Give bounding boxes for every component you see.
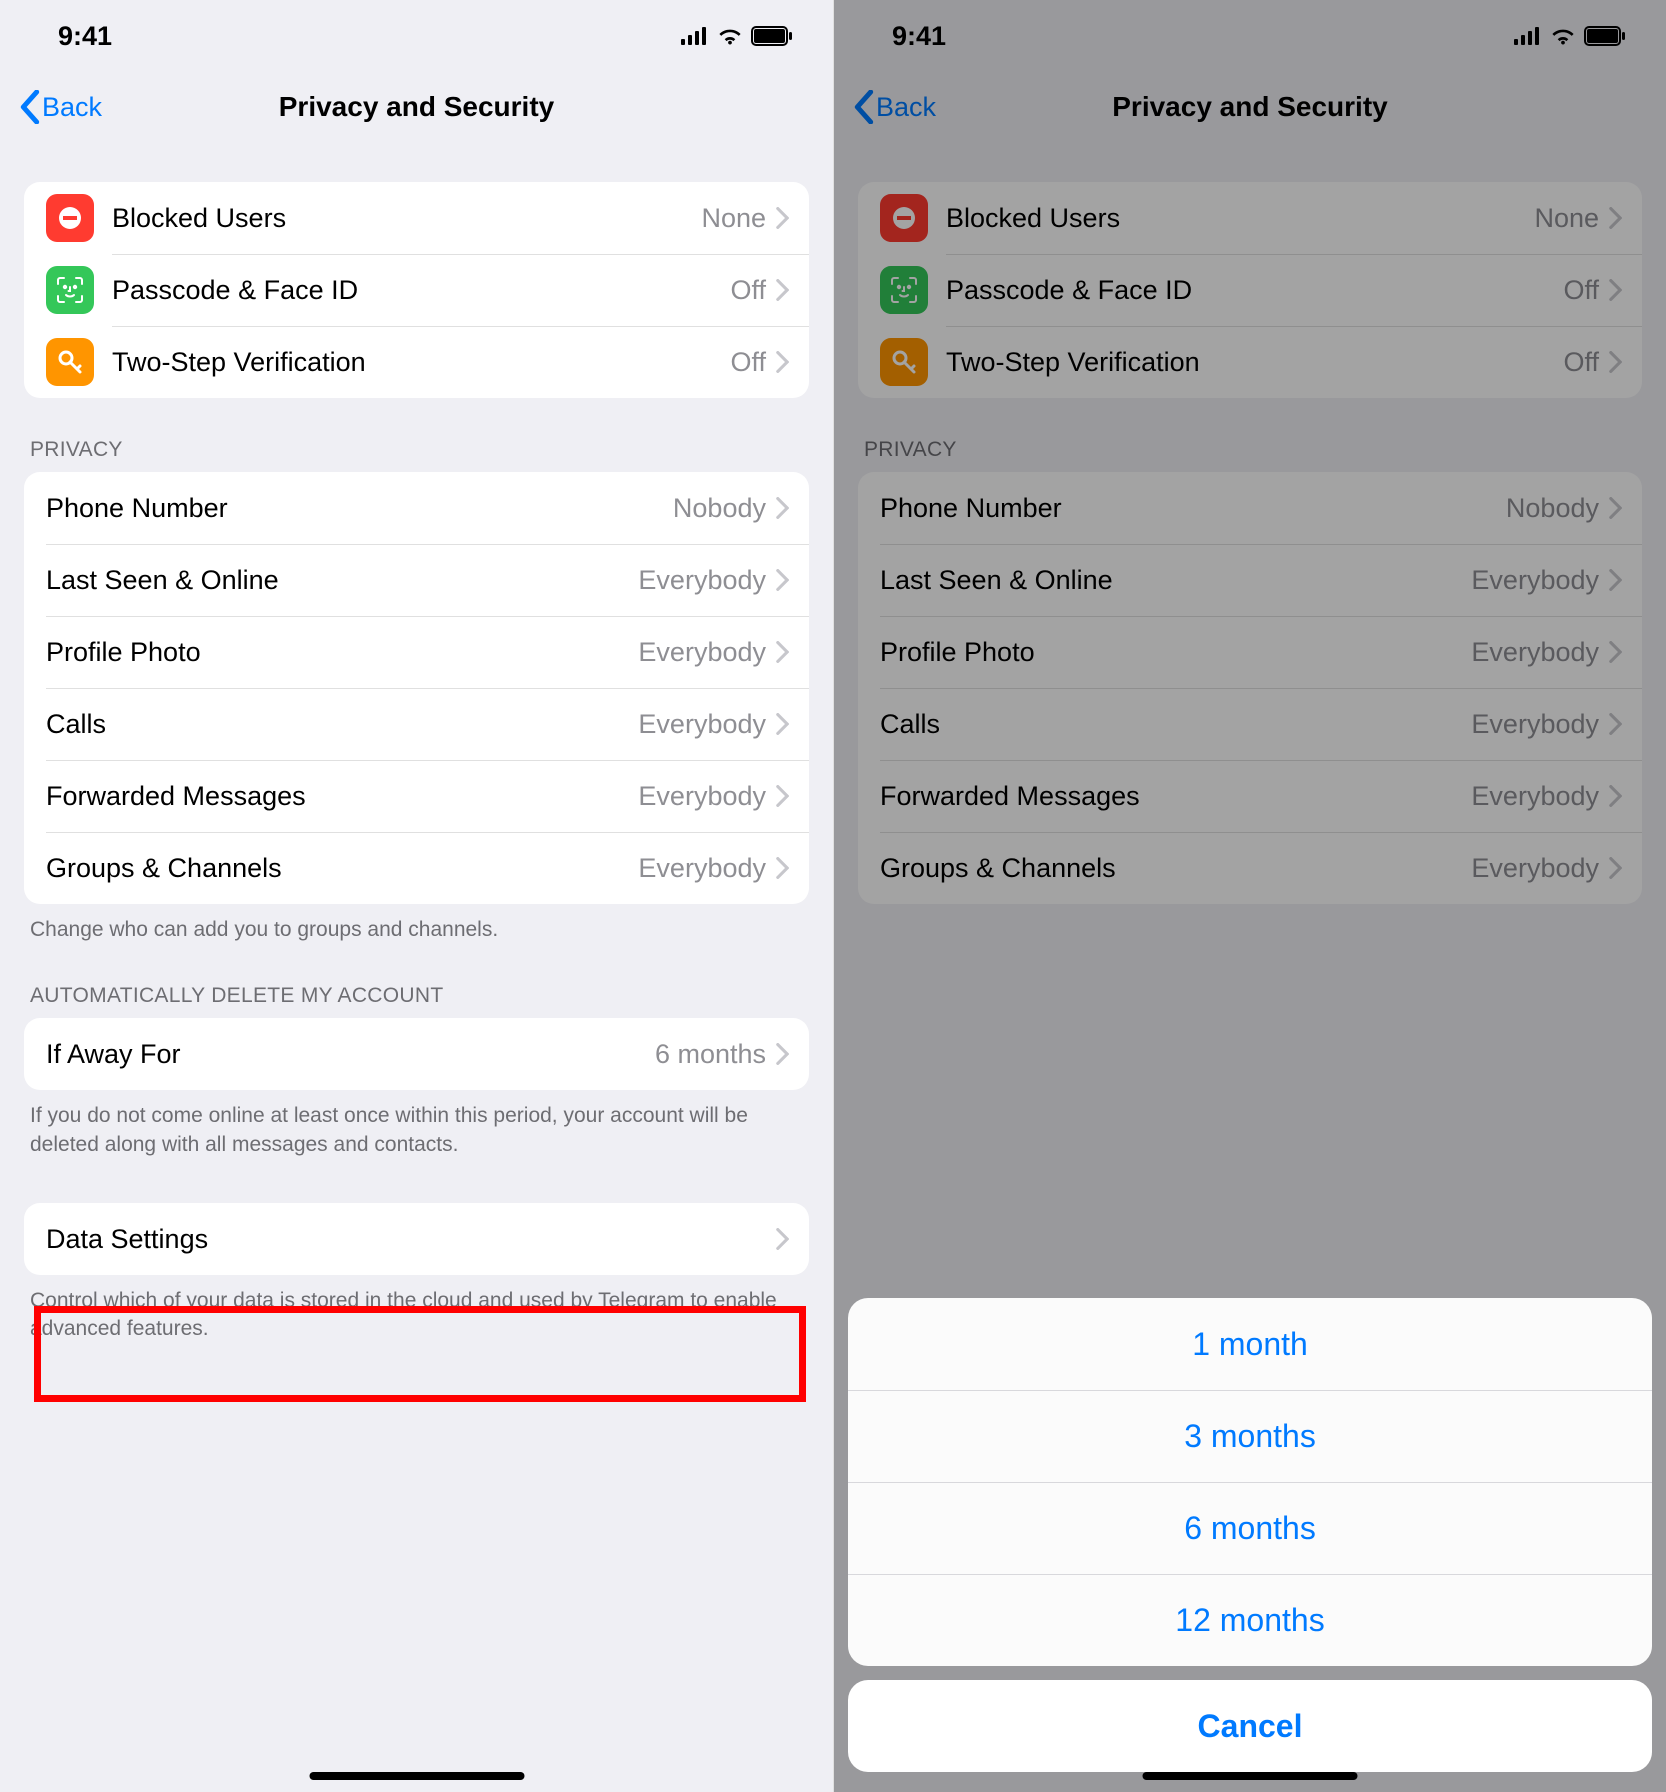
datasettings-group: Data Settings xyxy=(24,1203,809,1275)
autodelete-footer: If you do not come online at least once … xyxy=(0,1090,833,1159)
chevron-right-icon xyxy=(776,1043,789,1065)
row-label: Groups & Channels xyxy=(46,853,638,884)
chevron-right-icon xyxy=(776,785,789,807)
faceid-icon xyxy=(46,266,94,314)
row-if-away-for[interactable]: If Away For 6 months xyxy=(24,1018,809,1090)
sheet-option-12months[interactable]: 12 months xyxy=(848,1574,1652,1666)
wifi-icon xyxy=(717,27,743,45)
row-value: Everybody xyxy=(638,709,766,740)
chevron-left-icon xyxy=(20,90,40,124)
row-label: Blocked Users xyxy=(112,203,701,234)
sheet-cancel-button[interactable]: Cancel xyxy=(848,1680,1652,1772)
chevron-right-icon xyxy=(776,279,789,301)
row-value: Everybody xyxy=(638,565,766,596)
blocked-icon xyxy=(46,194,94,242)
screen-left: 9:41 Back Privacy and Security Blocked U… xyxy=(0,0,833,1792)
row-data-settings[interactable]: Data Settings xyxy=(24,1203,809,1275)
back-label: Back xyxy=(42,92,102,123)
battery-icon xyxy=(751,26,793,46)
status-bar: 9:41 xyxy=(0,0,833,72)
row-value: Everybody xyxy=(638,853,766,884)
chevron-right-icon xyxy=(776,497,789,519)
row-phone-number[interactable]: Phone Number Nobody xyxy=(24,472,809,544)
datasettings-footer: Control which of your data is stored in … xyxy=(0,1275,833,1344)
row-label: If Away For xyxy=(46,1039,655,1070)
screen-right: 9:41 Back Privacy and Security Blocked U… xyxy=(833,0,1666,1792)
home-indicator[interactable] xyxy=(309,1772,524,1780)
key-icon xyxy=(46,338,94,386)
row-value: Everybody xyxy=(638,781,766,812)
status-indicators xyxy=(681,26,793,46)
row-value: 6 months xyxy=(655,1039,766,1070)
sheet-option-1month[interactable]: 1 month xyxy=(848,1298,1652,1390)
nav-title: Privacy and Security xyxy=(0,91,833,123)
row-label: Last Seen & Online xyxy=(46,565,638,596)
row-value: Everybody xyxy=(638,637,766,668)
row-value: Off xyxy=(730,275,766,306)
chevron-right-icon xyxy=(776,569,789,591)
row-value: Nobody xyxy=(673,493,766,524)
row-twostep[interactable]: Two-Step Verification Off xyxy=(24,326,809,398)
section-header-privacy: PRIVACY xyxy=(0,398,833,472)
status-time: 9:41 xyxy=(58,21,112,52)
row-passcode[interactable]: Passcode & Face ID Off xyxy=(24,254,809,326)
nav-bar: Back Privacy and Security xyxy=(0,72,833,142)
row-blocked-users[interactable]: Blocked Users None xyxy=(24,182,809,254)
action-sheet: 1 month 3 months 6 months 12 months Canc… xyxy=(848,1298,1652,1772)
row-label: Profile Photo xyxy=(46,637,638,668)
back-button[interactable]: Back xyxy=(20,90,102,124)
row-label: Calls xyxy=(46,709,638,740)
action-sheet-options: 1 month 3 months 6 months 12 months xyxy=(848,1298,1652,1666)
row-calls[interactable]: Calls Everybody xyxy=(24,688,809,760)
row-value: None xyxy=(701,203,766,234)
home-indicator[interactable] xyxy=(1143,1772,1358,1780)
row-label: Phone Number xyxy=(46,493,673,524)
chevron-right-icon xyxy=(776,857,789,879)
sheet-option-6months[interactable]: 6 months xyxy=(848,1482,1652,1574)
row-label: Forwarded Messages xyxy=(46,781,638,812)
security-group: Blocked Users None Passcode & Face ID Of… xyxy=(24,182,809,398)
row-value: Off xyxy=(730,347,766,378)
row-label: Passcode & Face ID xyxy=(112,275,730,306)
chevron-right-icon xyxy=(776,1228,789,1250)
row-forwarded[interactable]: Forwarded Messages Everybody xyxy=(24,760,809,832)
row-label: Two-Step Verification xyxy=(112,347,730,378)
chevron-right-icon xyxy=(776,713,789,735)
row-profile-photo[interactable]: Profile Photo Everybody xyxy=(24,616,809,688)
chevron-right-icon xyxy=(776,207,789,229)
section-header-autodelete: AUTOMATICALLY DELETE MY ACCOUNT xyxy=(0,944,833,1018)
row-groups[interactable]: Groups & Channels Everybody xyxy=(24,832,809,904)
chevron-right-icon xyxy=(776,351,789,373)
privacy-footer: Change who can add you to groups and cha… xyxy=(0,904,833,944)
row-last-seen[interactable]: Last Seen & Online Everybody xyxy=(24,544,809,616)
row-label: Data Settings xyxy=(46,1224,776,1255)
privacy-group: Phone Number Nobody Last Seen & Online E… xyxy=(24,472,809,904)
cellular-icon xyxy=(681,27,709,45)
autodelete-group: If Away For 6 months xyxy=(24,1018,809,1090)
chevron-right-icon xyxy=(776,641,789,663)
sheet-option-3months[interactable]: 3 months xyxy=(848,1390,1652,1482)
